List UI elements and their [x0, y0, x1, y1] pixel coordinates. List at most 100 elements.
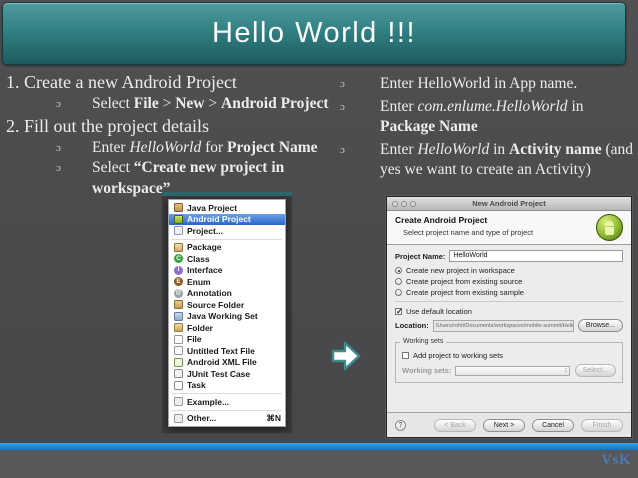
- dialog-buttons: < Back Next > Cancel Finish: [434, 418, 623, 432]
- location-input[interactable]: /Users/rohit/Documents/workspaces/mobile…: [432, 319, 574, 332]
- location-label: Location:: [395, 321, 429, 330]
- menu-item-project[interactable]: Project...: [169, 225, 285, 237]
- working-sets-dropdown[interactable]: [455, 365, 570, 376]
- bullet-text: Select File > New > Android Project: [92, 95, 329, 112]
- radio-button-icon[interactable]: [395, 278, 402, 285]
- window-controls: [392, 200, 416, 207]
- bullet-marker: ɔ: [56, 98, 61, 110]
- android-project-icon: [174, 214, 183, 224]
- dialog-title: New Android Project: [472, 199, 546, 208]
- working-sets-group: Working sets Add project to working sets…: [395, 338, 623, 383]
- bullet-package-name: ɔ Enter com.enlume.HelloWorld in Package…: [336, 97, 636, 138]
- title-banner: Hello World !!!: [2, 2, 626, 65]
- browse-button[interactable]: Browse...: [577, 319, 623, 332]
- close-window-icon[interactable]: [392, 200, 398, 207]
- junit-test-case-icon: [174, 369, 183, 379]
- menu-item-package[interactable]: Package: [169, 242, 285, 254]
- untitled-text-file-icon: [174, 346, 183, 356]
- menu-separator: [172, 238, 282, 240]
- annotation-icon: [174, 288, 183, 298]
- bullet-activity-name: ɔ Enter HelloWorld in Activity name (and…: [336, 140, 636, 181]
- menu-item-java-working-set[interactable]: Java Working Set: [169, 311, 285, 323]
- interface-icon: [174, 265, 183, 275]
- project-name-input[interactable]: HelloWorld: [449, 250, 623, 262]
- cancel-button[interactable]: Cancel: [532, 418, 574, 432]
- package-icon: [174, 242, 183, 252]
- menu-item-folder[interactable]: Folder: [169, 322, 285, 334]
- menu-item-untitled-text-file[interactable]: Untitled Text File: [169, 345, 285, 357]
- dialog-footer: ? < Back Next > Cancel Finish: [387, 412, 631, 437]
- footer-strip: [0, 450, 638, 478]
- task-icon: [174, 380, 183, 390]
- empty-space: [395, 383, 623, 412]
- radio-button-icon[interactable]: [395, 267, 402, 274]
- menu-item-java-project[interactable]: Java Project: [169, 202, 285, 214]
- next-button[interactable]: Next >: [483, 418, 525, 432]
- menu-separator: [172, 393, 282, 394]
- checkbox-icon[interactable]: [395, 307, 403, 316]
- checkbox-icon[interactable]: [402, 352, 409, 359]
- menu-item-annotation[interactable]: Annotation: [169, 288, 285, 300]
- menu-item-interface[interactable]: Interface: [169, 265, 285, 277]
- bullet-text: Enter HelloWorld in App name.: [380, 75, 578, 92]
- dialog-header: Create Android Project Select project na…: [387, 211, 631, 245]
- minimize-window-icon[interactable]: [401, 200, 407, 207]
- numbered-item-1: 1. Create a new Android Project: [6, 72, 237, 92]
- menu-item-junit-test-case[interactable]: JUnit Test Case: [169, 368, 285, 380]
- project-name-label: Project Name:: [395, 251, 446, 261]
- java-project-icon: [174, 203, 183, 213]
- enum-icon: [174, 277, 183, 287]
- right-column: ɔ Enter HelloWorld in App name. ɔ Enter …: [336, 74, 636, 183]
- menu-item-android-project[interactable]: Android Project: [169, 213, 285, 225]
- radio-create-new-project[interactable]: Create new project in workspace: [395, 265, 623, 276]
- right-arrow-icon: [331, 341, 361, 371]
- java-working-set-icon: [174, 311, 183, 321]
- bullet-text: Enter com.enlume.HelloWorld in Package N…: [380, 97, 584, 136]
- wizard-title: Create Android Project: [395, 215, 488, 225]
- menu-item-source-folder[interactable]: Source Folder: [169, 299, 285, 311]
- source-folder-icon: [174, 300, 183, 310]
- numbered-item-2: 2. Fill out the project details: [6, 115, 209, 136]
- dialog-titlebar: New Android Project: [387, 197, 631, 211]
- radio-existing-sample[interactable]: Create project from existing sample: [395, 287, 623, 298]
- help-button[interactable]: ?: [395, 419, 406, 431]
- select-button[interactable]: Select...: [574, 364, 616, 377]
- menu-item-task[interactable]: Task: [169, 380, 285, 392]
- bullet-app-name: ɔ Enter HelloWorld in App name.: [336, 74, 636, 95]
- presentation-slide: Hello World !!! 1. Create a new Android …: [0, 0, 638, 478]
- slide-title: Hello World !!!: [211, 17, 417, 49]
- new-menu: Java Project Android Project Project... …: [168, 199, 286, 427]
- wizard-subtitle: Select project name and type of project: [403, 228, 534, 237]
- dialog-body: Project Name: HelloWorld Create new proj…: [387, 245, 631, 412]
- menu-item-android-xml-file[interactable]: Android XML File: [169, 357, 285, 369]
- bullet-marker: ɔ: [56, 141, 61, 154]
- other-icon: [174, 413, 183, 423]
- location-row: Location: /Users/rohit/Documents/workspa…: [395, 319, 623, 332]
- menu-item-class[interactable]: Class: [169, 253, 285, 265]
- menu-item-file[interactable]: File: [169, 334, 285, 346]
- radio-existing-source[interactable]: Create project from existing source: [395, 276, 623, 287]
- menu-item-other[interactable]: Other... ⌘N: [169, 413, 285, 425]
- left-column: 1. Create a new Android Project ɔ Select…: [6, 71, 338, 199]
- menu-item-example[interactable]: Example...: [169, 396, 285, 408]
- file-icon: [174, 334, 183, 344]
- use-default-location-checkbox[interactable]: Use default location: [395, 306, 623, 317]
- bullet-marker: ɔ: [340, 100, 345, 113]
- finish-button[interactable]: Finish: [581, 418, 623, 432]
- working-sets-group-label: Working sets: [400, 338, 447, 345]
- bullet-select-file-new: ɔ Select File > New > Android Project: [6, 94, 338, 115]
- bullet-project-name: ɔ Enter HelloWorld for Project Name: [6, 138, 338, 159]
- class-icon: [174, 254, 183, 264]
- menu-shortcut: ⌘N: [266, 412, 281, 423]
- menu-separator: [172, 409, 282, 411]
- menu-item-enum[interactable]: Enum: [169, 276, 285, 288]
- radio-button-icon[interactable]: [395, 289, 402, 296]
- back-button[interactable]: < Back: [434, 418, 476, 432]
- example-icon: [174, 397, 183, 407]
- vsk-logo: VsK: [601, 452, 631, 468]
- footer-blue-bar: [0, 443, 638, 450]
- folder-icon: [174, 323, 183, 333]
- bullet-marker: ɔ: [340, 143, 345, 156]
- add-to-working-sets-checkbox[interactable]: Add project to working sets: [402, 350, 616, 361]
- zoom-window-icon[interactable]: [410, 200, 416, 207]
